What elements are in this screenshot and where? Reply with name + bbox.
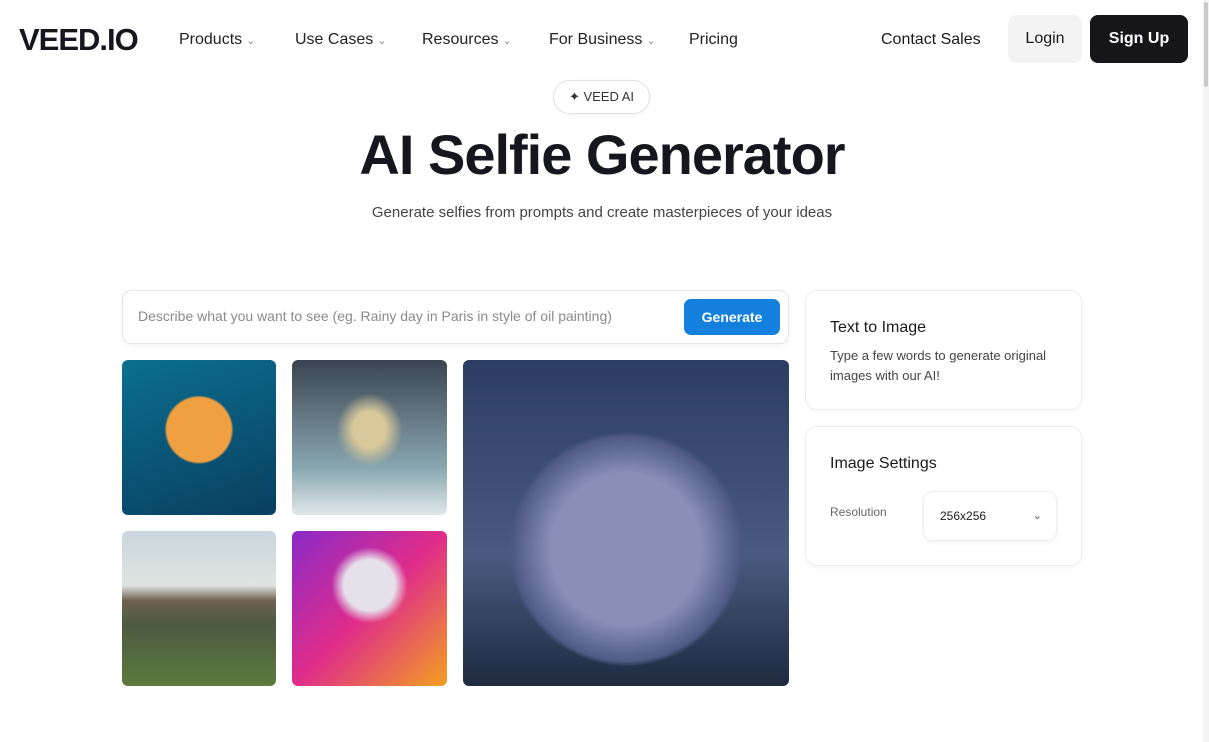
nav-resources[interactable]: Resources ⌄ bbox=[422, 31, 512, 49]
nav-for-business[interactable]: For Business ⌄ bbox=[549, 31, 656, 49]
gallery-image-warrior[interactable] bbox=[292, 360, 447, 515]
veed-logo[interactable]: VEED.IO bbox=[19, 22, 139, 58]
nav-use-cases[interactable]: Use Cases ⌄ bbox=[295, 31, 386, 49]
nav-label: Use Cases bbox=[295, 31, 374, 48]
prompt-bar: Generate bbox=[122, 290, 789, 344]
badge-label: VEED AI bbox=[583, 89, 635, 104]
page-subtitle: Generate selfies from prompts and create… bbox=[371, 204, 833, 221]
gallery-image-panda[interactable] bbox=[292, 531, 447, 686]
nav-products[interactable]: Products ⌄ bbox=[179, 31, 255, 49]
chevron-down-icon: ⌄ bbox=[646, 35, 656, 47]
resolution-label: Resolution bbox=[830, 505, 887, 519]
chevron-down-icon: ⌄ bbox=[502, 35, 512, 47]
nav-label: Products bbox=[179, 31, 243, 48]
scrollbar-thumb[interactable] bbox=[1204, 2, 1208, 87]
gallery-image-floating-house[interactable] bbox=[122, 531, 276, 686]
gallery-image-fish[interactable] bbox=[122, 360, 276, 515]
image-settings-card: Image Settings Resolution 256x256 ⌄ bbox=[805, 426, 1082, 566]
card-description: Type a few words to generate original im… bbox=[830, 348, 1047, 383]
signup-button[interactable]: Sign Up bbox=[1090, 15, 1188, 63]
prompt-input[interactable] bbox=[138, 308, 668, 324]
veed-ai-badge: ✦ VEED AI bbox=[553, 80, 650, 114]
top-nav: VEED.IO Products ⌄ Use Cases ⌄ Resources ⌄ … bbox=[0, 0, 1200, 80]
resolution-select[interactable]: 256x256 ⌄ bbox=[923, 491, 1057, 541]
contact-sales-link[interactable]: Contact Sales bbox=[881, 31, 981, 49]
nav-pricing[interactable]: Pricing bbox=[689, 31, 738, 49]
text-to-image-card: Text to Image Type a few words to genera… bbox=[805, 290, 1082, 410]
gallery-image-bubble-house[interactable] bbox=[463, 360, 789, 686]
chevron-down-icon: ⌄ bbox=[1032, 510, 1042, 522]
page-title: AI Selfie Generator bbox=[359, 123, 845, 186]
chevron-down-icon: ⌄ bbox=[246, 35, 256, 47]
scrollbar[interactable] bbox=[1203, 0, 1209, 742]
login-button[interactable]: Login bbox=[1008, 15, 1082, 63]
card-title: Text to Image bbox=[830, 319, 927, 336]
sparkle-icon: ✦ bbox=[568, 89, 580, 104]
chevron-down-icon: ⌄ bbox=[377, 35, 387, 47]
generate-button[interactable]: Generate bbox=[684, 299, 780, 335]
nav-label: For Business bbox=[549, 31, 643, 48]
card-title: Image Settings bbox=[830, 455, 937, 472]
resolution-value: 256x256 bbox=[940, 509, 987, 523]
nav-label: Resources bbox=[422, 31, 499, 48]
